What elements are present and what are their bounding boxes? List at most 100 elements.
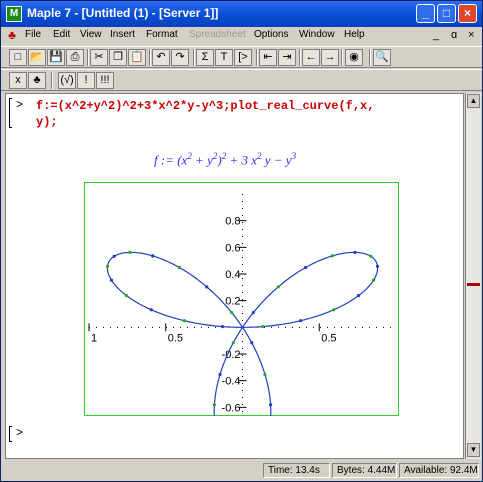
close-button[interactable]: × (458, 4, 477, 23)
worksheet[interactable]: > f:=(x^2+y^2)^2+3*x^2*y-y^3;plot_real_c… (5, 93, 464, 459)
save-icon[interactable]: 💾 (47, 49, 65, 66)
x-tick-label: 0.5 (321, 332, 336, 344)
title-bar[interactable]: M Maple 7 - [Untitled (1) - [Server 1]] … (1, 1, 482, 27)
curve-point (263, 372, 267, 377)
status-bytes: Bytes: 4.44M (332, 463, 397, 478)
curve-point (230, 311, 234, 315)
vertical-scrollbar[interactable]: ▲ ▼ (465, 93, 481, 459)
y-tick-label: -0.6 (222, 402, 241, 414)
menu-insert[interactable]: Insert (110, 29, 135, 40)
curve-point (212, 403, 217, 407)
print-icon[interactable]: ⎙ (66, 49, 84, 66)
doc-restore-button[interactable]: ɑ (451, 29, 457, 41)
paste-icon[interactable]: 📋 (128, 49, 146, 66)
copy-icon[interactable]: ❐ (109, 49, 127, 66)
menu-format[interactable]: Format (146, 29, 178, 40)
new-icon[interactable]: □ (9, 49, 27, 66)
scroll-down-icon[interactable]: ▼ (467, 443, 480, 457)
empty-group-bracket[interactable] (9, 426, 12, 442)
curve-point (330, 254, 334, 258)
output-equation: f := (x2 + y2)2 + 3 x2 y − y3 (154, 151, 297, 168)
minimize-button[interactable]: _ (416, 4, 435, 23)
menu-window[interactable]: Window (299, 29, 335, 40)
menu-edit[interactable]: Edit (53, 29, 70, 40)
expand-icon[interactable]: → (321, 49, 339, 66)
prompt-icon[interactable]: [> (234, 49, 252, 66)
toolbar-separator (149, 49, 151, 66)
doc-minimize-button[interactable]: _ (433, 29, 439, 41)
open-icon[interactable]: 📂 (28, 49, 46, 66)
execute-all-icon[interactable]: !!! (96, 72, 114, 89)
toolbar-separator (256, 49, 258, 66)
status-bar: Time: 13.4s Bytes: 4.44M Available: 92.4… (1, 461, 482, 481)
curve-point (357, 293, 361, 298)
command-line-2[interactable]: y); (36, 114, 58, 130)
context-toolbar: x ♣ (√)!!!! (1, 69, 482, 91)
curve-point (375, 264, 380, 268)
scroll-up-icon[interactable]: ▲ (467, 94, 480, 108)
y-tick-label: 0.4 (225, 269, 240, 281)
main-toolbar: □ 📂 💾 ⎙ ✂ ❐ 📋 ↶ ↷ Σ T [> ⇤ ⇥ ← → ◉ 🔍 (1, 46, 482, 68)
curve-point (218, 372, 222, 377)
curve-point (371, 278, 376, 282)
x-mode-icon[interactable]: x (9, 72, 27, 89)
curve-point (177, 265, 181, 270)
stop-icon[interactable]: ◉ (345, 49, 363, 66)
y-tick-label: 0.2 (225, 296, 240, 308)
maple-leaf-icon[interactable]: ♣ (28, 72, 46, 89)
execute-icon[interactable]: ! (77, 72, 95, 89)
undo-icon[interactable]: ↶ (152, 49, 170, 66)
curve-point (231, 341, 235, 345)
toolbar-separator (369, 49, 371, 66)
scroll-thumb[interactable] (467, 283, 480, 286)
indent-left-icon[interactable]: ⇤ (259, 49, 277, 66)
curve-point (109, 278, 114, 282)
sum-icon[interactable]: Σ (196, 49, 214, 66)
menu-help[interactable]: Help (344, 29, 365, 40)
curve-point (182, 319, 186, 323)
x-tick-label: 1 (91, 332, 97, 344)
input-prompt: > (16, 98, 24, 112)
window-title: Maple 7 - [Untitled (1) - [Server 1]] (27, 6, 219, 20)
menu-spreadsheet[interactable]: Spreadsheet (189, 29, 246, 40)
curve-point (251, 311, 255, 315)
y-tick-label: -0.4 (222, 376, 241, 388)
x-tick-label: 0.5 (168, 332, 183, 344)
maple-app-icon[interactable]: M (6, 6, 22, 22)
maple-leaf-icon[interactable]: ♣ (5, 28, 19, 42)
curve-point (250, 341, 254, 345)
y-tick-label: 0.6 (225, 242, 240, 254)
curve-point (124, 293, 128, 298)
redo-icon[interactable]: ↷ (171, 49, 189, 66)
curve-point (260, 324, 265, 329)
menu-file[interactable]: File (25, 29, 41, 40)
command-line-1[interactable]: f:=(x^2+y^2)^2+3*x^2*y-y^3;plot_real_cur… (36, 98, 374, 114)
zoom-icon[interactable]: 🔍 (373, 49, 391, 66)
doc-close-button[interactable]: × (468, 29, 474, 41)
output-lhs: f := (x (154, 152, 188, 168)
check-syntax-icon[interactable]: (√) (58, 72, 76, 89)
curve-point (128, 250, 132, 254)
menu-options[interactable]: Options (254, 29, 288, 40)
curve-point (268, 403, 273, 407)
text-icon[interactable]: T (215, 49, 233, 66)
execution-group-bracket[interactable] (9, 98, 12, 128)
empty-prompt[interactable]: > (16, 426, 23, 440)
y-tick-label: 0.8 (225, 216, 240, 228)
collapse-icon[interactable]: ← (302, 49, 320, 66)
curve-point (205, 285, 209, 289)
curve-point (304, 265, 308, 270)
curve-point (299, 319, 303, 323)
curve-point (353, 250, 357, 254)
real-curve-plot[interactable]: 1 0.5 0.5 0.8 0.6 0.4 0.2 -0.2 -0.4 -0.6 (84, 182, 399, 416)
menu-bar: ♣ File Edit View Insert Format Spreadshe… (1, 27, 482, 45)
indent-right-icon[interactable]: ⇥ (278, 49, 296, 66)
curve-point (112, 254, 116, 258)
toolbar-separator (87, 49, 89, 66)
cut-icon[interactable]: ✂ (90, 49, 108, 66)
y-tick-label: -0.2 (222, 349, 241, 361)
curve-point (332, 308, 336, 312)
maximize-button[interactable]: □ (437, 4, 456, 23)
menu-view[interactable]: View (80, 29, 102, 40)
curve-point (105, 264, 110, 268)
